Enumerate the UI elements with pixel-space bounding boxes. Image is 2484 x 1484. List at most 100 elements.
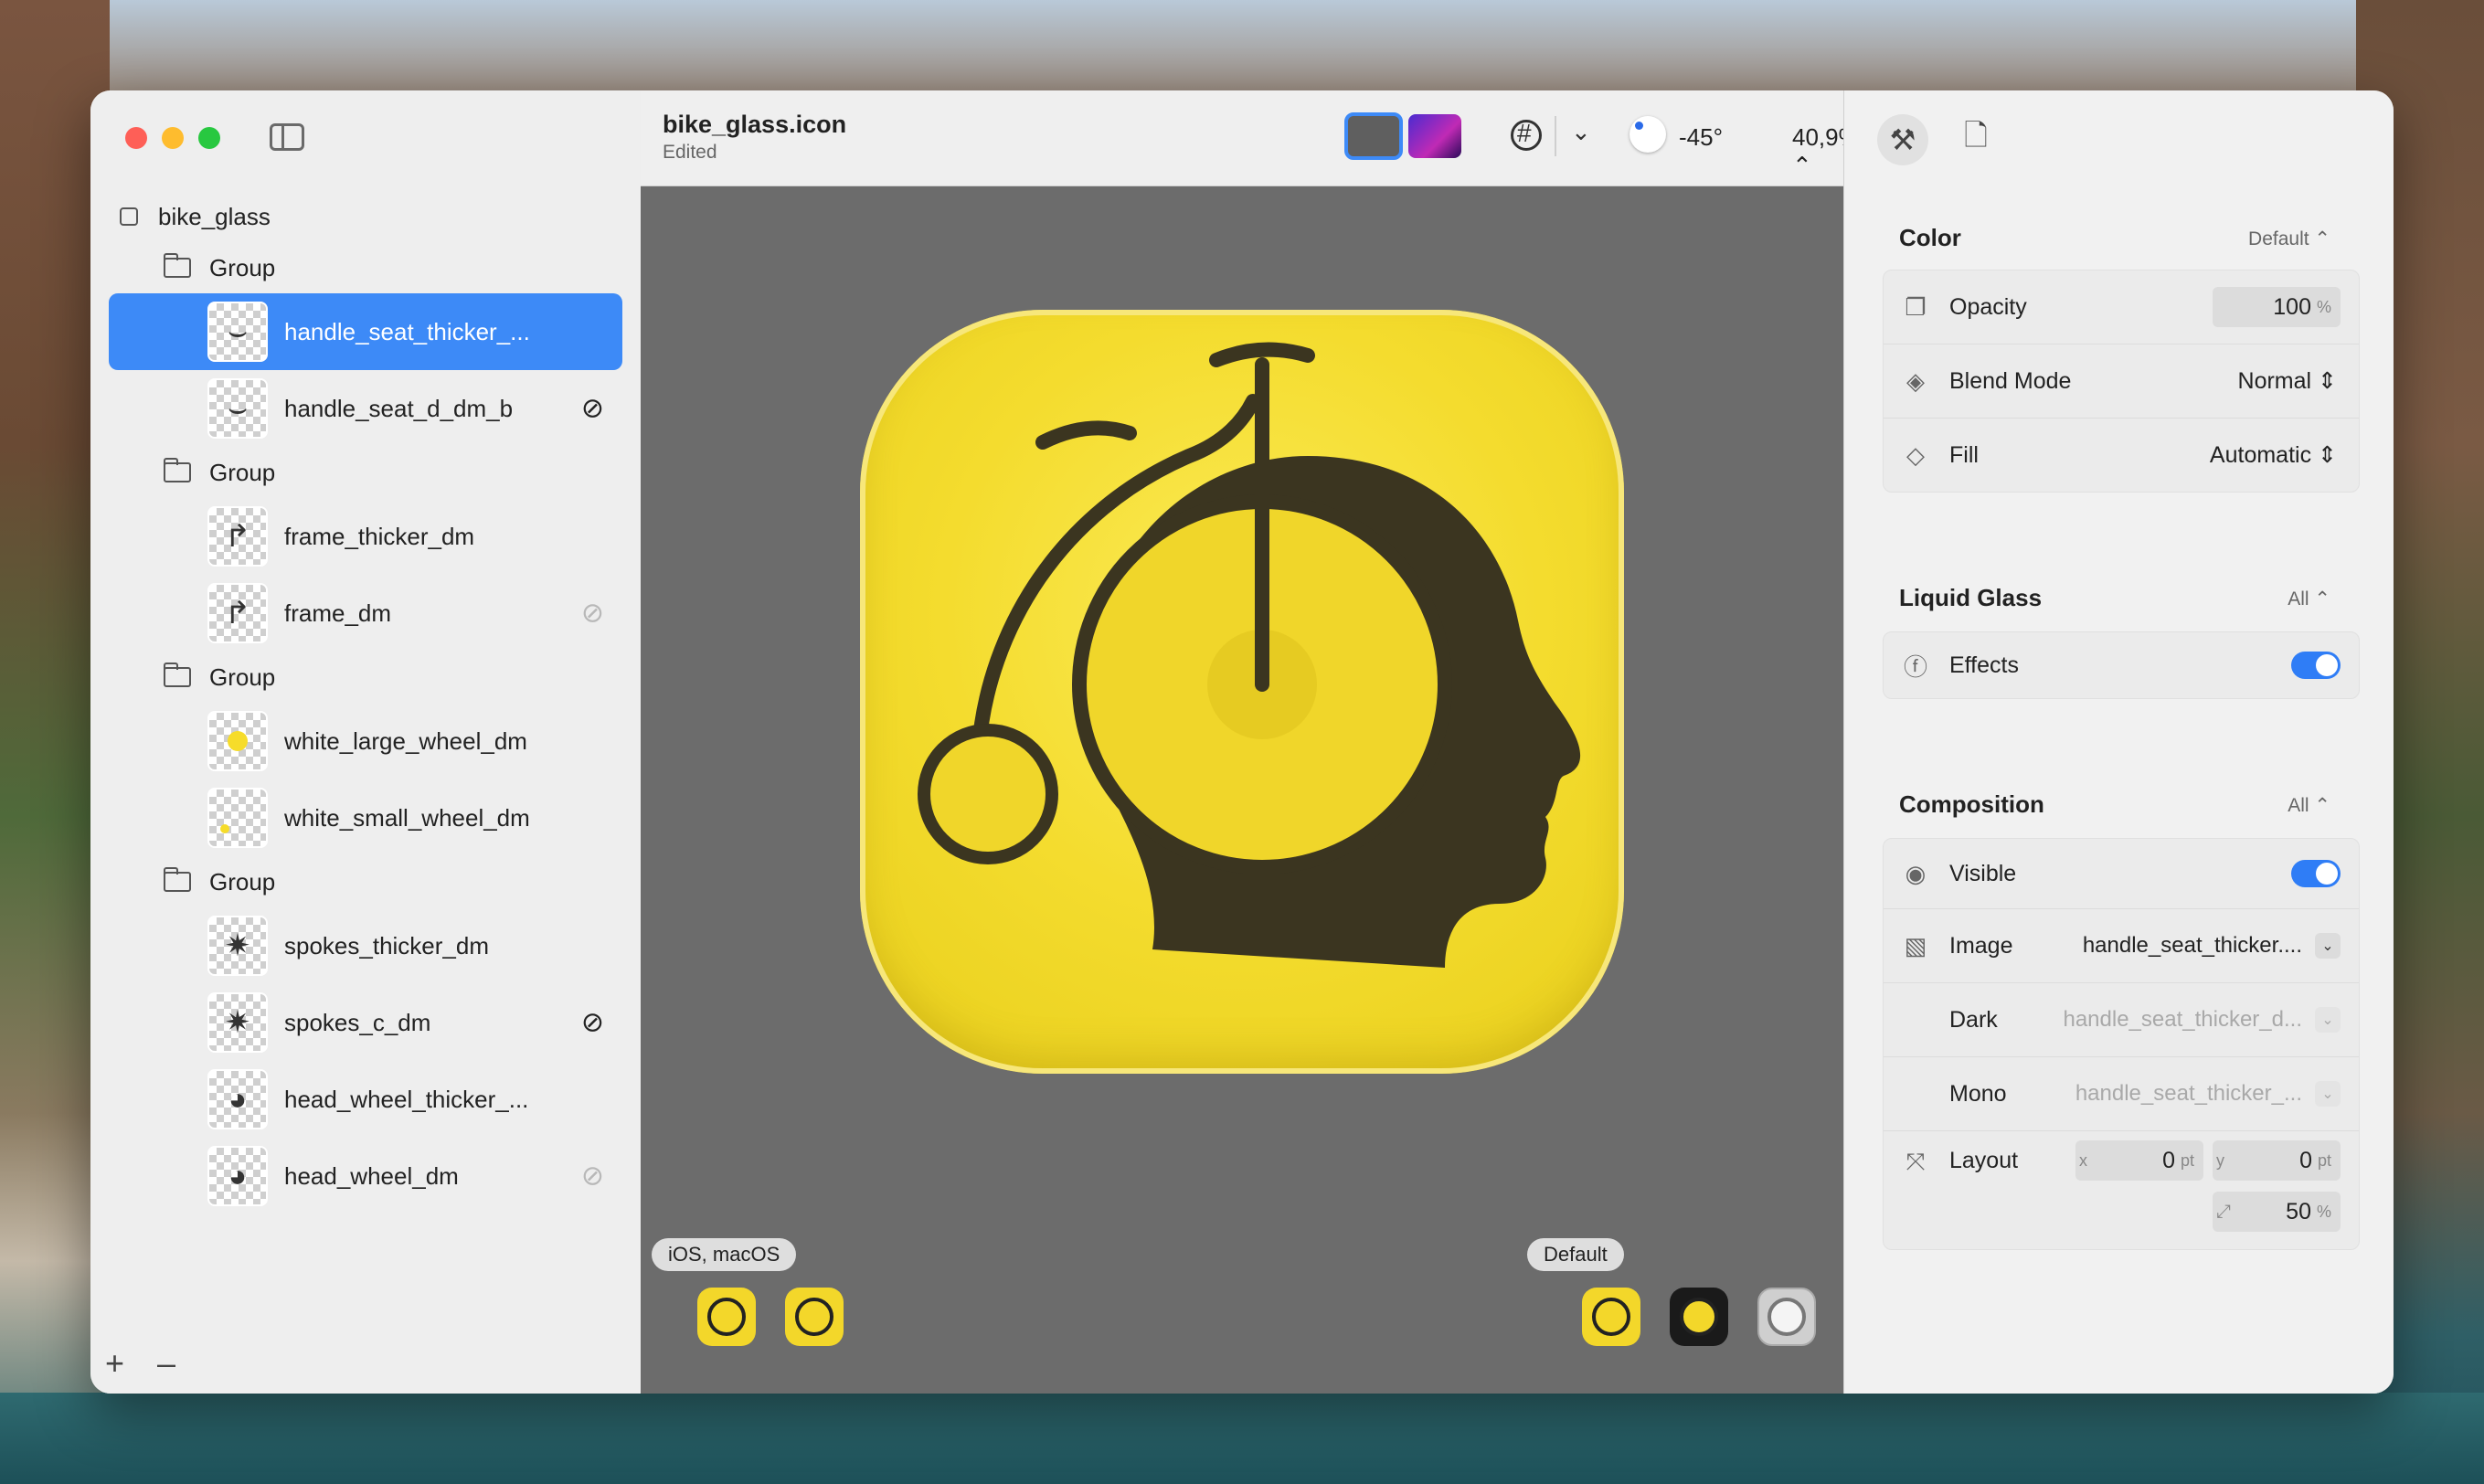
layer-thumbnail: ◕: [207, 1146, 268, 1206]
layer-row[interactable]: ⌣ handle_seat_thicker_...: [109, 293, 622, 370]
light-angle-icon[interactable]: [1629, 116, 1666, 153]
layer-label: spokes_thicker_dm: [284, 931, 489, 959]
layer-row[interactable]: ◕ head_wheel_thicker_...: [109, 1061, 622, 1138]
background-gray-swatch[interactable]: [1344, 112, 1403, 160]
preview-wheel-icon: [1680, 1298, 1718, 1336]
eye-slash-icon[interactable]: ⊘: [581, 598, 604, 630]
layout-row: ⤧ Layout x 0 pt y 0 pt ⤢ 50 %: [1884, 1130, 2359, 1249]
layer-thumbnail: [207, 711, 268, 771]
document-root-row[interactable]: bike_glass: [109, 191, 622, 242]
zoom-window-button[interactable]: [198, 127, 220, 149]
remove-layer-button[interactable]: –: [157, 1344, 175, 1383]
layer-row[interactable]: ↱ frame_dm ⊘: [109, 575, 622, 652]
scale-icon: ⤢: [2216, 1201, 2231, 1222]
color-mode-selector[interactable]: Default ⌃: [2248, 228, 2330, 250]
layer-label: handle_seat_d_dm_b: [284, 394, 514, 422]
document-icon[interactable]: 🗋: [1950, 114, 2001, 165]
layer-label: white_large_wheel_dm: [284, 726, 527, 755]
eye-slash-icon[interactable]: ⊘: [581, 1161, 604, 1192]
blend-mode-value: Normal: [2237, 368, 2312, 394]
effects-label: Effects: [1949, 652, 2019, 678]
image-dropdown[interactable]: handle_seat_thicker.... ⌄: [2083, 933, 2341, 959]
app-icon-preview[interactable]: [860, 310, 1624, 1074]
preview-default-icon[interactable]: [1582, 1288, 1640, 1346]
visible-row: ◉ Visible: [1884, 839, 2359, 908]
canvas-area: bike_glass.icon Edited ⌄ -45° 40,9% ⌃: [641, 90, 1860, 1394]
group-row[interactable]: Group: [109, 652, 622, 703]
x-unit: pt: [2180, 1150, 2194, 1170]
group-label: Group: [209, 253, 276, 281]
blend-mode-row: ◈ Blend Mode Normal ⇕: [1884, 344, 2359, 418]
eye-slash-icon[interactable]: ⊘: [581, 393, 604, 425]
hammer-icon[interactable]: ⚒: [1877, 114, 1928, 165]
sidebar-footer: + –: [105, 1344, 175, 1383]
layout-x-field[interactable]: x 0 pt: [2075, 1140, 2203, 1181]
layer-row[interactable]: ◕ head_wheel_dm ⊘: [109, 1138, 622, 1214]
mono-dropdown[interactable]: handle_seat_thicker_... ⌄: [2075, 1081, 2341, 1107]
group-row[interactable]: Group: [109, 242, 622, 293]
add-layer-button[interactable]: +: [105, 1344, 124, 1383]
chevron-down-icon[interactable]: ⌄: [1571, 118, 1591, 146]
group-label: Group: [209, 458, 276, 486]
platform-pill[interactable]: iOS, macOS: [652, 1238, 797, 1271]
fill-value: Automatic: [2209, 442, 2312, 468]
visible-toggle[interactable]: [2291, 860, 2341, 887]
opacity-value: 100: [2273, 293, 2311, 320]
chevron-down-icon: ⌄: [2315, 1081, 2341, 1107]
layout-y-field[interactable]: y 0 pt: [2213, 1140, 2341, 1181]
dark-value: handle_seat_thicker_d...: [2063, 1007, 2302, 1032]
appearance-pill[interactable]: Default: [1527, 1238, 1624, 1271]
opacity-icon: ❐: [1905, 292, 1927, 321]
layout-scale-field[interactable]: ⤢ 50 %: [2213, 1192, 2341, 1232]
seat: [1035, 420, 1137, 450]
eye-icon: ◉: [1905, 859, 1927, 887]
dark-row: Dark handle_seat_thicker_d... ⌄: [1884, 982, 2359, 1056]
color-section-title: Color: [1899, 224, 1961, 251]
preview-dark-icon[interactable]: [1670, 1288, 1728, 1346]
preview-wheel-icon: [1592, 1298, 1630, 1336]
document-icon: [120, 207, 138, 226]
minimize-window-button[interactable]: [162, 127, 184, 149]
mono-value: handle_seat_thicker_...: [2075, 1081, 2302, 1106]
blend-mode-popup[interactable]: Normal ⇕: [2238, 367, 2337, 395]
close-window-button[interactable]: [125, 127, 147, 149]
layer-thumbnail: ◕: [207, 1069, 268, 1129]
group-label: Group: [209, 662, 276, 691]
preview-mono-icon[interactable]: [1757, 1288, 1816, 1346]
grid-overlay-icon[interactable]: [1511, 119, 1542, 151]
effects-toggle[interactable]: [2291, 652, 2341, 679]
layer-row[interactable]: ↱ frame_thicker_dm: [109, 498, 622, 575]
chevron-down-icon: ⌄: [2315, 1007, 2341, 1033]
fill-popup[interactable]: Automatic ⇕: [2210, 441, 2337, 469]
stepper-icon: ⌃: [1792, 152, 1812, 179]
layer-row[interactable]: ✷ spokes_c_dm ⊘: [109, 984, 622, 1061]
group-row[interactable]: Group: [109, 856, 622, 907]
y-value: 0: [2299, 1147, 2312, 1173]
liquid-glass-selector[interactable]: All ⌃: [2288, 588, 2330, 610]
layer-thumbnail: [207, 788, 268, 848]
fill-label: Fill: [1949, 441, 1979, 468]
image-icon: ▧: [1904, 931, 1927, 959]
layer-row[interactable]: white_large_wheel_dm: [109, 703, 622, 779]
y-label: y: [2216, 1150, 2224, 1170]
background-gradient-swatch[interactable]: [1408, 114, 1461, 158]
layer-thumbnail: ⌣: [207, 378, 268, 439]
preview-ios-icon[interactable]: [697, 1288, 756, 1346]
sidebar-toggle-icon[interactable]: [270, 123, 304, 151]
dark-dropdown[interactable]: handle_seat_thicker_d... ⌄: [2063, 1007, 2341, 1033]
layer-label: frame_thicker_dm: [284, 522, 475, 550]
image-label: Image: [1949, 932, 2013, 959]
preview-macos-icon[interactable]: [785, 1288, 844, 1346]
layer-thumbnail: ↱: [207, 583, 268, 643]
layer-row[interactable]: ⌣ handle_seat_d_dm_b ⊘: [109, 370, 622, 447]
group-row[interactable]: Group: [109, 447, 622, 498]
scale-unit: %: [2316, 1202, 2331, 1221]
x-label: x: [2079, 1150, 2087, 1170]
layer-label: head_wheel_thicker_...: [284, 1085, 529, 1113]
eye-slash-icon[interactable]: ⊘: [581, 1007, 604, 1039]
opacity-field[interactable]: 100 %: [2213, 287, 2341, 327]
composition-selector[interactable]: All ⌃: [2288, 794, 2330, 817]
layer-row[interactable]: white_small_wheel_dm: [109, 779, 622, 856]
layer-row[interactable]: ✷ spokes_thicker_dm: [109, 907, 622, 984]
light-angle-value[interactable]: -45°: [1679, 123, 1723, 152]
